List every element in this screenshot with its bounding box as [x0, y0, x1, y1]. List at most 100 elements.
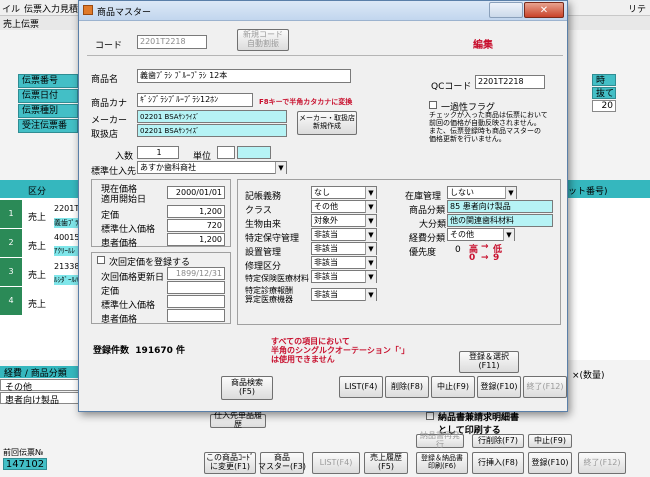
print-spec-checkbox[interactable] [426, 412, 436, 422]
next-patient-field[interactable] [167, 309, 225, 322]
register-button[interactable]: 登録(F10) [477, 376, 521, 398]
supplier-label: 標準仕入先 [91, 167, 137, 177]
grid-row-type[interactable]: 売上 [28, 297, 46, 310]
bg-exit-button[interactable]: 終了(F12) [578, 452, 626, 474]
list-price-field[interactable]: 1,200 [167, 205, 225, 218]
stock-select[interactable]: しない ▼ [447, 186, 517, 199]
single-quote-warning: すべての項目において 半角のシングルクオーテーション「'」 は使用できません [271, 337, 410, 364]
grid-row-code[interactable]: 21338 [54, 262, 79, 271]
minimize-button[interactable] [489, 2, 523, 18]
bg-category-other: その他 [0, 379, 80, 393]
bg-right-value: 20 [592, 100, 616, 112]
bg-right-label-time: 時 [592, 74, 616, 86]
row-delete-button[interactable]: 行削除(F7) [472, 434, 524, 448]
grid-row-name[interactable]: 義歯ﾌﾟﾗｼ [54, 218, 82, 228]
attr-select[interactable]: 非該当 ▼ [311, 256, 377, 269]
product-kana-field[interactable]: ｷﾞｼﾌﾞﾗｼﾌﾞﾙｰﾌﾞﾗｼ12ﾎﾝ [137, 93, 253, 107]
attr-select[interactable]: 対象外 ▼ [311, 214, 377, 227]
register-select-button[interactable]: 登録＆選択 (F11) [459, 351, 519, 373]
bg-cancel-button[interactable]: 中止(F9) [528, 434, 572, 448]
next-price-checkbox[interactable] [97, 256, 105, 267]
next-cost-field[interactable] [167, 295, 225, 308]
right-arrow-icon: → [481, 253, 489, 263]
attr-label: 設置管理 [245, 248, 282, 258]
change-code-button[interactable]: この商品ｺｰﾄﾞ に変更(F1) [204, 452, 256, 474]
attr-select[interactable]: 非該当 ▼ [311, 228, 377, 241]
exit-button[interactable]: 終了(F12) [523, 376, 567, 398]
current-price-label: 現在価格 適用開始日 [101, 185, 147, 205]
expense-category-select[interactable]: その他 ▼ [447, 228, 515, 241]
standard-cost-field[interactable]: 720 [167, 219, 225, 232]
dialog-title: 商品マスター [97, 8, 152, 18]
row-insert-button[interactable]: 行挿入(F8) [472, 452, 524, 474]
code-label: コード [95, 41, 123, 51]
bg-quantity-label: ×(数量) [572, 371, 605, 381]
attr-select[interactable]: 非該当 ▼ [311, 270, 377, 283]
attr-label: 特定保守管理 [245, 234, 300, 244]
major-category-field[interactable]: 他の関連歯科材料 [447, 214, 553, 227]
bg-list-button[interactable]: LIST(F4) [312, 452, 360, 474]
menu-item-slip-entry[interactable]: 伝票入力 [24, 2, 60, 15]
grid-row-name[interactable]: ｱｸﾘｰﾙﾚ [54, 246, 80, 256]
product-search-button[interactable]: 商品検索 (F5) [221, 376, 273, 400]
label-order-number: 受注伝票番 [18, 119, 78, 133]
grid-row-code[interactable]: 2201T [54, 204, 79, 213]
label-slip-type: 伝票種別 [18, 104, 78, 118]
next-date-field[interactable]: 1899/12/31 [167, 267, 225, 280]
product-master-button[interactable]: 商品 マスター(F3) [258, 452, 306, 474]
dealer-field[interactable]: 02201 BSAｻﾝﾗｲｽﾞ [137, 124, 287, 137]
menu-item-file[interactable]: イル [2, 2, 20, 15]
chevron-down-icon: ▼ [365, 201, 376, 213]
next-cost-label: 標準仕入価格 [101, 301, 156, 311]
current-price-date[interactable]: 2000/01/01 [167, 186, 225, 199]
supplier-history-button[interactable]: 仕入先単品履歴 [210, 411, 266, 429]
mode-indicator: 編集 [473, 40, 493, 51]
priority-label: 優先度 [409, 248, 437, 258]
quantity-field[interactable]: 1 [137, 146, 179, 159]
grid-row-name[interactable]: ﾙｼﾀﾞｰﾙﾊﾞ [54, 275, 82, 285]
list-button[interactable]: LIST(F4) [339, 376, 383, 398]
grid-header-division: 区分 [28, 187, 47, 197]
grid-row-type[interactable]: 売上 [28, 239, 46, 252]
menu-item-estimate[interactable]: 見積 [60, 2, 78, 15]
chevron-down-icon: ▼ [503, 229, 514, 241]
category-field[interactable]: 85 患者向け製品 [447, 200, 553, 213]
supplier-select[interactable]: あすか歯科商社 ▼ [137, 161, 287, 174]
major-category-label: 大分類 [419, 220, 447, 230]
sales-history-button[interactable]: 売上履歴 (F5) [364, 452, 408, 474]
attr-select[interactable]: なし ▼ [311, 186, 377, 199]
bg-right-label-tax: 抜て [592, 87, 616, 99]
chevron-down-icon: ▼ [365, 257, 376, 269]
grid-row-type[interactable]: 売上 [28, 268, 46, 281]
prev-slip-value: 147102 [3, 458, 47, 470]
attr-label: 修理区分 [245, 262, 282, 272]
close-icon[interactable]: ✕ [524, 2, 564, 18]
next-date-label: 次回価格更新日 [101, 273, 165, 283]
grid-row-type[interactable]: 売上 [28, 210, 46, 223]
attr-label: 生物由来 [245, 220, 282, 230]
code-field[interactable]: 2201T2218 [137, 35, 207, 49]
dialog-titlebar: 商品マスター ✕ [79, 1, 567, 21]
register-print-button[interactable]: 登録＆納品書 印刷(F6) [416, 452, 468, 474]
product-name-field[interactable]: 義歯ﾌﾞﾗｼ ﾌﾞﾙｰﾌﾞﾗｼ 12本 [137, 69, 351, 83]
next-list-field[interactable] [167, 281, 225, 294]
priority-value[interactable]: 0 [455, 245, 461, 255]
delete-button[interactable]: 削除(F8) [385, 376, 429, 398]
bg-register-button[interactable]: 登録(F10) [528, 452, 572, 474]
unit-field[interactable] [217, 146, 235, 159]
bg-category-header: 経費 / 商品分類 [0, 366, 80, 379]
grid-row-code[interactable]: 40015 [54, 233, 79, 242]
new-code-button[interactable]: 新規コード 自動割振 [237, 29, 289, 51]
attr-select[interactable]: 非該当 ▼ [311, 242, 377, 255]
maker-new-button[interactable]: メーカー・取扱店 新規作成 [297, 111, 357, 135]
attr-select[interactable]: その他 ▼ [311, 200, 377, 213]
attr-label: クラス [245, 206, 272, 216]
category-label: 商品分類 [409, 206, 446, 216]
maker-field[interactable]: 02201 BSAｻﾝﾗｲｽﾞ [137, 110, 287, 123]
reissue-delivery-button[interactable]: 納品書再発行 [416, 431, 464, 449]
attr-select[interactable]: 非該当 ▼ [311, 288, 377, 301]
patient-price-field[interactable]: 1,200 [167, 233, 225, 246]
label-slip-date: 伝票日付 [18, 89, 78, 103]
cancel-button[interactable]: 中止(F9) [431, 376, 475, 398]
qc-code-field[interactable]: 2201T2218 [475, 75, 545, 89]
